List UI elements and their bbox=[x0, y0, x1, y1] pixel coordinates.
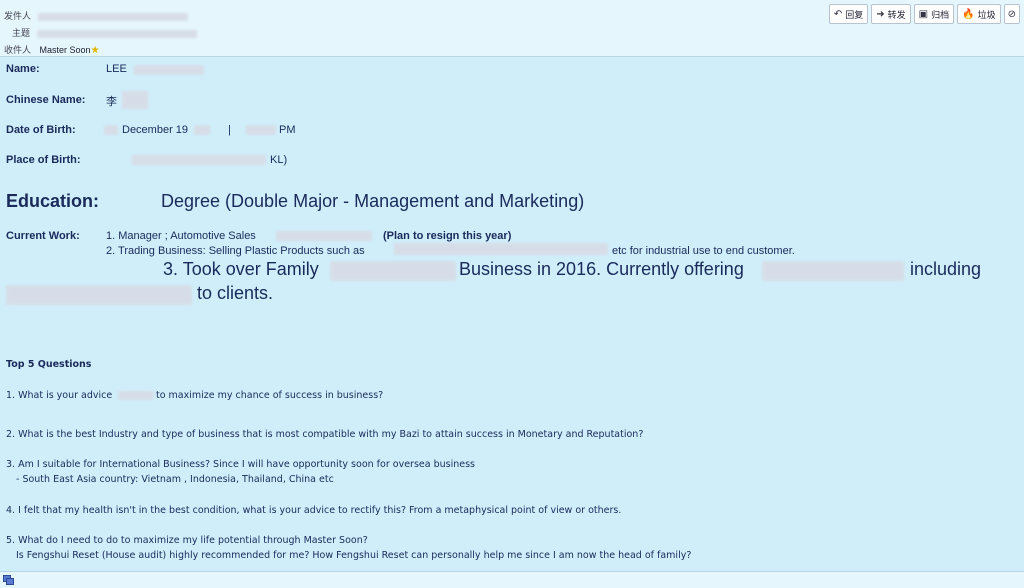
dob-day-redacted bbox=[104, 125, 118, 135]
archive-label: 归档 bbox=[931, 9, 950, 20]
forward-label: 转发 bbox=[887, 9, 906, 20]
education-value: Degree (Double Major - Management and Ma… bbox=[161, 191, 585, 211]
chinese-name-value: 李 bbox=[106, 95, 117, 108]
work-3-redacted-b bbox=[762, 261, 904, 281]
from-row: 发件人 bbox=[4, 9, 188, 22]
work-3-redacted-c bbox=[6, 285, 192, 305]
junk-label: 垃圾 bbox=[977, 9, 996, 20]
dob-separator: | bbox=[228, 124, 231, 136]
work-1-redacted bbox=[276, 231, 372, 241]
name-redacted bbox=[134, 65, 204, 75]
work-line-3-mid: Business in 2016. Currently offering bbox=[459, 259, 744, 279]
block-icon: ⊘ bbox=[1007, 8, 1016, 20]
pob-value: KL) bbox=[270, 154, 288, 166]
forward-button[interactable]: ➜ 转发 bbox=[871, 4, 911, 24]
chinese-name-redacted bbox=[122, 91, 148, 109]
question-3: 3. Am I suitable for International Busin… bbox=[6, 459, 475, 470]
question-4: 4. I felt that my health isn't in the be… bbox=[6, 505, 622, 516]
dob-value: December 19 bbox=[122, 124, 189, 136]
dob-year-redacted bbox=[194, 125, 210, 135]
junk-icon: 🔥 bbox=[962, 8, 975, 20]
question-1-end: to maximize my chance of success in busi… bbox=[156, 390, 384, 401]
to-label: 收件人 bbox=[4, 45, 32, 55]
chinese-name-label: Chinese Name: bbox=[6, 94, 86, 106]
current-work-label: Current Work: bbox=[6, 230, 80, 242]
to-value[interactable]: Master Soon bbox=[40, 45, 91, 55]
to-row: 收件人 Master Soon★ bbox=[4, 43, 100, 56]
name-label: Name: bbox=[6, 63, 40, 75]
message-body: Name: LEE Chinese Name: 李 Date of Birth:… bbox=[0, 57, 1024, 572]
name-value: LEE bbox=[106, 63, 127, 75]
reply-label: 回复 bbox=[845, 9, 864, 20]
work-line-1-note: (Plan to resign this year) bbox=[383, 230, 512, 242]
work-line-1: 1. Manager ; Automotive Sales bbox=[106, 230, 256, 242]
work-line-2: 2. Trading Business: Selling Plastic Pro… bbox=[106, 245, 365, 257]
question-1: 1. What is your advice bbox=[6, 390, 113, 401]
work-line-3: 3. Took over Family bbox=[163, 259, 319, 279]
subject-value-redacted bbox=[36, 29, 197, 38]
star-icon[interactable]: ★ bbox=[91, 45, 100, 56]
education-label: Education: bbox=[6, 191, 99, 211]
from-value-redacted bbox=[37, 12, 188, 21]
reply-icon: ↶ bbox=[833, 8, 843, 20]
message-toolbar: ↶ 回复 ➜ 转发 ▣ 归档 🔥 垃圾 ⊘ bbox=[828, 4, 1020, 24]
q1-redacted bbox=[118, 391, 154, 400]
dob-label: Date of Birth: bbox=[6, 124, 76, 136]
message-header: 发件人 主题 收件人 Master Soon★ ↶ 回复 ➜ 转发 ▣ 归档 🔥… bbox=[0, 0, 1024, 57]
question-5: 5. What do I need to do to maximize my l… bbox=[6, 535, 368, 546]
status-icon[interactable] bbox=[3, 575, 14, 585]
pob-label: Place of Birth: bbox=[6, 154, 81, 166]
pob-redacted bbox=[132, 155, 266, 165]
question-3-detail: - South East Asia country: Vietnam , Ind… bbox=[16, 474, 334, 485]
dob-time-redacted bbox=[246, 125, 276, 135]
reply-button[interactable]: ↶ 回复 bbox=[828, 4, 869, 24]
work-line-3-tail: to clients. bbox=[197, 283, 274, 303]
archive-button[interactable]: ▣ 归档 bbox=[913, 4, 955, 24]
subject-row: 主题 bbox=[12, 26, 197, 39]
archive-icon: ▣ bbox=[918, 8, 929, 20]
dob-time: PM bbox=[279, 124, 296, 136]
work-line-2-end: etc for industrial use to end customer. bbox=[612, 245, 795, 257]
work-line-3-end: including bbox=[910, 259, 982, 279]
status-bar bbox=[0, 571, 1024, 588]
forward-icon: ➜ bbox=[876, 8, 885, 20]
work-2-redacted bbox=[394, 243, 608, 255]
from-label: 发件人 bbox=[4, 11, 32, 21]
question-2: 2. What is the best Industry and type of… bbox=[6, 429, 644, 440]
junk-button[interactable]: 🔥 垃圾 bbox=[957, 4, 1001, 24]
block-button[interactable]: ⊘ bbox=[1003, 4, 1020, 24]
subject-label: 主题 bbox=[12, 28, 31, 38]
questions-heading: Top 5 Questions bbox=[6, 359, 92, 370]
question-5-detail: Is Fengshui Reset (House audit) highly r… bbox=[16, 550, 692, 561]
work-3-redacted-a bbox=[330, 261, 456, 281]
